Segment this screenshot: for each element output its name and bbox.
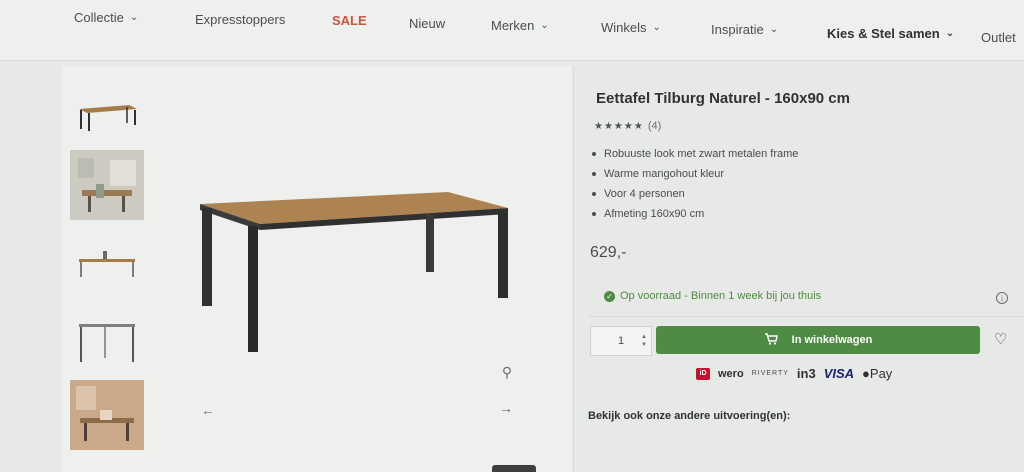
nav-label: Nieuw xyxy=(409,16,446,31)
thumbnail-table-side[interactable] xyxy=(70,230,144,300)
arrow-left-icon: ← xyxy=(201,402,215,418)
nav-label: Outlet xyxy=(981,30,1016,45)
ideal-logo-icon: iD xyxy=(696,367,710,380)
table-side-image xyxy=(79,251,135,277)
nav-label: Merken xyxy=(491,18,535,33)
add-to-cart-button[interactable]: In winkelwagen xyxy=(656,326,980,354)
star-rating-icon: ★★★★★ xyxy=(594,120,644,132)
feature-list: Robuuste look met zwart metalen frame Wa… xyxy=(592,144,798,224)
dining-photo-image xyxy=(70,380,144,450)
stepper-arrows-icon[interactable]: ▲ ▼ xyxy=(637,333,651,349)
bottom-tab-handle[interactable] xyxy=(492,465,536,472)
payment-methods: iD wero RIVERTY in3 VISA ●Pay xyxy=(696,366,892,381)
product-price: 629,- xyxy=(590,244,627,261)
nav-label: Expresstoppers xyxy=(195,12,286,27)
nav-label: Inspiratie xyxy=(711,22,764,37)
cart-icon xyxy=(764,332,778,348)
chevron-down-icon: ⌄ xyxy=(540,20,549,31)
arrow-right-icon: → xyxy=(499,400,513,416)
nav-item-merken[interactable]: Merken ⌄ xyxy=(491,18,549,33)
review-count: (4) xyxy=(647,120,662,132)
check-icon: ✓ xyxy=(604,290,615,302)
nav-label: Winkels xyxy=(601,20,647,35)
bullet-icon xyxy=(592,172,596,176)
nav-item-collectie[interactable]: Collectie ⌄ xyxy=(74,10,138,25)
bullet-icon xyxy=(592,212,596,216)
nav-label: SALE xyxy=(332,13,367,28)
table-thumbnail-image xyxy=(79,105,137,131)
chevron-down-icon: ⌄ xyxy=(129,12,139,23)
nav-label: Collectie xyxy=(74,10,124,25)
nav-item-inspiratie[interactable]: Inspiratie ⌄ xyxy=(711,22,778,37)
section-divider xyxy=(588,316,1024,317)
bullet-icon xyxy=(592,152,596,156)
wishlist-heart-icon[interactable]: ♡ xyxy=(994,330,1007,348)
nav-item-outlet[interactable]: Outlet xyxy=(981,30,1016,45)
feature-text: Robuuste look met zwart metalen frame xyxy=(604,148,799,160)
product-title: Eettafel Tilburg Naturel - 160x90 cm xyxy=(596,90,850,107)
feature-text: Afmeting 160x90 cm xyxy=(604,208,705,220)
nav-item-expresstoppers[interactable]: Expresstoppers xyxy=(195,12,285,27)
room-photo-image xyxy=(70,150,144,220)
nav-item-winkels[interactable]: Winkels ⌄ xyxy=(601,20,661,35)
next-image-button[interactable]: → xyxy=(496,398,516,418)
column-divider xyxy=(573,66,574,472)
thumbnail-table-frame[interactable] xyxy=(70,308,144,378)
visa-logo: VISA xyxy=(823,366,855,381)
list-item: Robuuste look met zwart metalen frame xyxy=(592,144,798,164)
zoom-icon[interactable]: ⚲ xyxy=(497,362,517,382)
nav-item-kies-stel-samen[interactable]: Kies & Stel samen ⌄ xyxy=(827,26,954,41)
chevron-down-icon: ⌄ xyxy=(652,22,661,33)
product-rating[interactable]: ★★★★★ (4) xyxy=(594,120,661,132)
riverty-logo: RIVERTY xyxy=(751,370,789,377)
bullet-icon xyxy=(592,192,596,196)
list-item: Afmeting 160x90 cm xyxy=(592,204,798,224)
thumbnail-dining-photo[interactable] xyxy=(70,380,144,450)
apple-icon: ● xyxy=(862,366,870,381)
list-item: Voor 4 personen xyxy=(592,184,798,204)
quantity-stepper[interactable]: 1 ▲ ▼ xyxy=(590,326,652,356)
in3-logo: in3 xyxy=(796,366,816,381)
stock-status: ✓ Op voorraad - Binnen 1 week bij jou th… xyxy=(604,290,821,302)
wero-logo: wero xyxy=(718,367,744,380)
dining-table-image xyxy=(200,192,508,352)
chevron-down-icon: ⌄ xyxy=(769,24,779,35)
table-frame-image xyxy=(79,324,135,362)
chevron-down-icon: ⌄ xyxy=(945,28,955,39)
info-icon[interactable]: i xyxy=(996,292,1008,304)
apple-pay-logo: ●Pay xyxy=(862,366,892,381)
feature-text: Warme mangohout kleur xyxy=(604,168,725,180)
nav-label: Kies & Stel samen xyxy=(827,26,940,41)
apple-pay-text: Pay xyxy=(869,366,893,381)
thumbnail-table[interactable] xyxy=(70,80,144,150)
other-variants-heading: Bekijk ook onze andere uitvoering(en): xyxy=(588,410,791,422)
stock-text: Op voorraad - Binnen 1 week bij jou thui… xyxy=(620,290,822,302)
nav-item-sale[interactable]: SALE xyxy=(332,13,367,28)
nav-item-nieuw[interactable]: Nieuw xyxy=(409,16,445,31)
cart-button-label: In winkelwagen xyxy=(791,334,873,346)
main-navigation: Collectie ⌄ Expresstoppers SALE Nieuw Me… xyxy=(0,0,1024,61)
thumbnail-room-photo[interactable] xyxy=(70,150,144,220)
feature-text: Voor 4 personen xyxy=(604,188,685,200)
previous-image-button[interactable]: ← xyxy=(198,400,218,420)
quantity-value[interactable]: 1 xyxy=(591,335,637,347)
main-product-image[interactable] xyxy=(190,180,520,360)
list-item: Warme mangohout kleur xyxy=(592,164,798,184)
